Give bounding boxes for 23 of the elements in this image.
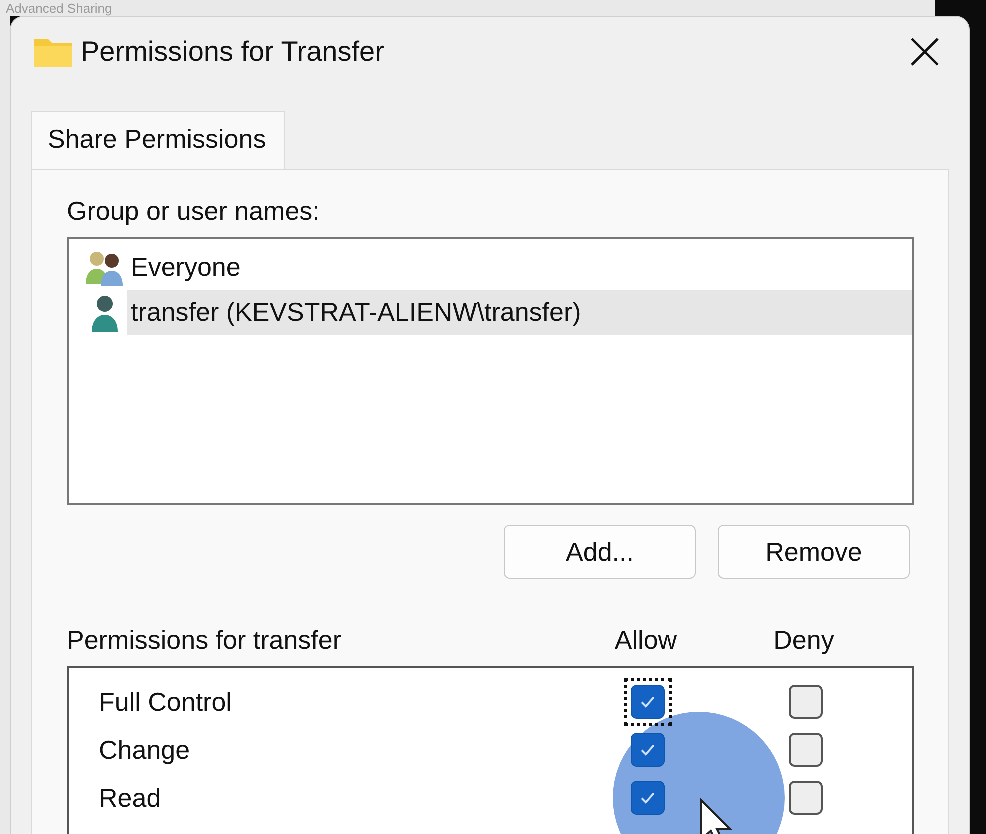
- column-header: Allow: [614, 625, 678, 656]
- dialog-button[interactable]: Add...: [504, 525, 696, 579]
- folder-icon: [33, 36, 73, 68]
- checkbox[interactable]: [789, 733, 823, 767]
- list-label: Permissions for transfer: [67, 625, 343, 656]
- tab[interactable]: Share Permissions: [31, 111, 286, 169]
- window-title: Advanced Sharing: [5, 1, 112, 16]
- checkbox[interactable]: [631, 685, 665, 719]
- checkbox[interactable]: [631, 733, 665, 767]
- permission-name: Change: [99, 734, 190, 766]
- user-list-item[interactable]: transfer (KEVSTRAT-ALIENW\transfer): [127, 290, 912, 335]
- list-label: Group or user names:: [67, 196, 321, 227]
- checkbox[interactable]: [789, 685, 823, 719]
- dialog-button[interactable]: Remove: [718, 525, 910, 579]
- permission-name: Read: [99, 782, 162, 814]
- column-header: Deny: [772, 625, 836, 656]
- user-list-item[interactable]: Everyone: [127, 245, 912, 290]
- window-title: Permissions for Transfer: [81, 36, 386, 68]
- user-list[interactable]: Everyone transfer (KEVSTRAT-ALIENW\transfer): [67, 237, 914, 505]
- permission-name: Full Control: [99, 686, 232, 718]
- cursor-icon: [699, 798, 733, 834]
- checkbox[interactable]: [789, 781, 823, 815]
- checkbox[interactable]: [631, 781, 665, 815]
